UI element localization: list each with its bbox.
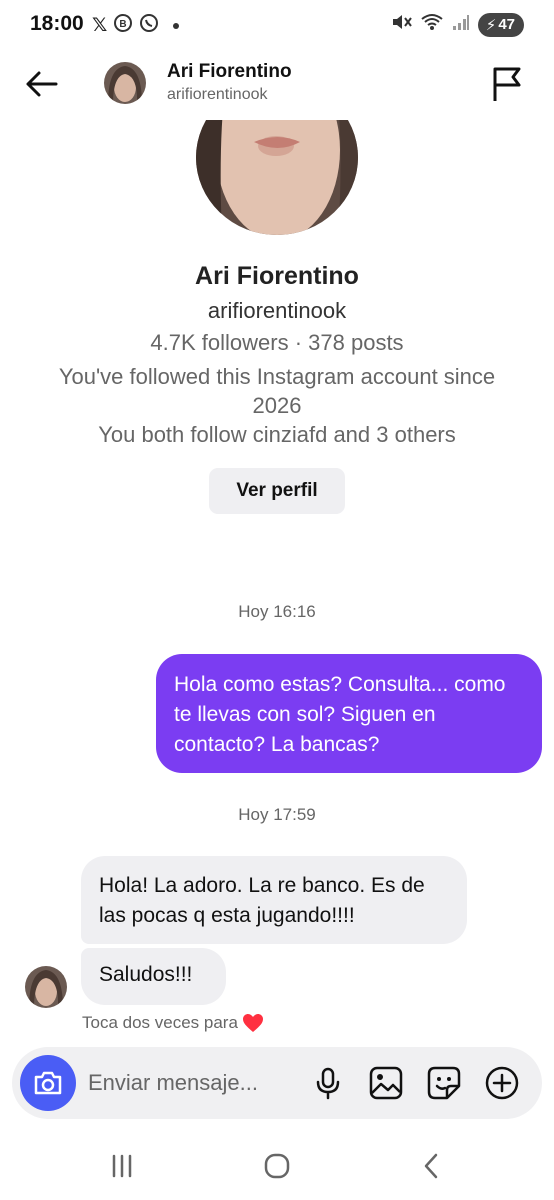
sticker-icon	[427, 1066, 461, 1100]
x-icon: 𝕏	[92, 15, 108, 36]
system-navigation-bar	[0, 1130, 554, 1200]
incoming-message[interactable]: Saludos!!!	[81, 948, 226, 1005]
hint-text: Toca dos veces para	[82, 1013, 238, 1032]
report-button[interactable]	[490, 65, 524, 103]
chevron-left-icon	[424, 1153, 438, 1179]
profile-stats: 4.7K followers · 378 posts	[150, 330, 404, 355]
recent-apps-button[interactable]	[102, 1150, 142, 1182]
arrow-left-icon	[26, 71, 58, 97]
recents-icon	[112, 1154, 132, 1178]
flag-icon	[493, 67, 521, 101]
message-composer	[12, 1047, 542, 1119]
system-back-button[interactable]	[412, 1150, 452, 1182]
chat-header: Ari Fiorentino arifiorentinook	[0, 50, 554, 120]
add-button[interactable]	[484, 1065, 520, 1101]
status-system-icons: ⚡ 47	[390, 12, 524, 37]
status-time: 18:00	[30, 12, 84, 35]
profile-mutual-followers[interactable]: You both follow cinziafd and 3 others	[0, 422, 554, 448]
back-button[interactable]	[22, 64, 62, 104]
svg-text:B: B	[120, 19, 127, 30]
camera-icon	[34, 1071, 62, 1095]
heart-icon	[242, 1014, 263, 1032]
more-notifications-dot	[173, 22, 180, 29]
home-button[interactable]	[257, 1150, 297, 1182]
double-tap-hint: Toca dos veces para	[82, 1013, 264, 1033]
home-icon	[264, 1153, 290, 1179]
outgoing-message[interactable]: Hola como estas? Consulta... como te lle…	[156, 654, 542, 773]
camera-button[interactable]	[20, 1055, 76, 1111]
voice-button[interactable]	[310, 1065, 346, 1101]
profile-username: arifiorentinook	[207, 298, 347, 323]
whatsapp-icon	[139, 13, 159, 38]
view-profile-button[interactable]: Ver perfil	[209, 468, 345, 514]
header-name[interactable]: Ari Fiorentino	[167, 61, 292, 83]
plus-circle-icon	[485, 1066, 519, 1100]
header-username[interactable]: arifiorentinook	[167, 86, 268, 104]
whatsapp-business-icon: B	[113, 13, 133, 38]
mute-icon	[390, 12, 412, 37]
profile-name: Ari Fiorentino	[195, 262, 359, 290]
message-timestamp: Hoy 17:59	[238, 805, 316, 824]
incoming-message[interactable]: Hola! La adoro. La re banco. Es de las p…	[81, 856, 467, 944]
image-icon	[369, 1066, 403, 1100]
sender-avatar[interactable]	[25, 966, 67, 1008]
message-timestamp: Hoy 16:16	[238, 602, 316, 621]
gallery-button[interactable]	[368, 1065, 404, 1101]
charging-icon: ⚡	[485, 16, 497, 34]
signal-icon	[452, 13, 470, 36]
status-bar: 18:00 𝕏 B ⚡ 47	[0, 0, 554, 50]
message-input[interactable]	[88, 1067, 298, 1099]
header-avatar[interactable]	[104, 62, 146, 104]
wifi-icon	[420, 12, 444, 37]
sticker-button[interactable]	[426, 1065, 462, 1101]
battery-indicator: ⚡ 47	[477, 12, 524, 37]
status-notification-icons: 𝕏 B	[92, 13, 180, 38]
microphone-icon	[316, 1067, 340, 1100]
profile-followed-since: You've followed this Instagram account s…	[58, 364, 496, 418]
